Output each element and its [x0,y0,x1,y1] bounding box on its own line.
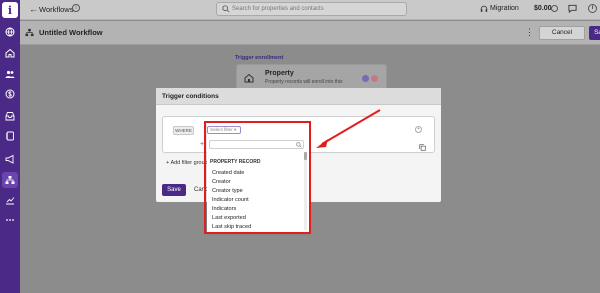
more-options-icon[interactable]: ⋮ [525,27,534,38]
help-icon[interactable]: i [588,4,597,13]
trigger-enrollment-label: Trigger enrollment [235,55,284,61]
save-button[interactable]: Save [589,26,600,40]
chat-icon[interactable] [568,4,577,13]
trigger-title: Property [265,70,294,77]
add-condition-icon[interactable]: + [415,126,422,133]
workflow-icon[interactable] [2,172,18,188]
workflow-title[interactable]: Untitled Workflow [39,28,103,37]
account-balance[interactable]: $0.00 [534,5,552,12]
more-icon[interactable] [4,214,16,226]
home-icon[interactable] [4,47,16,59]
app-logo[interactable]: i [2,2,18,18]
headset-icon [480,5,488,12]
search-icon [222,5,230,13]
migration-link[interactable]: Migration [490,5,519,12]
modal-header: Trigger conditions [156,88,441,105]
workflow-header: Untitled Workflow ⋮ Cancel Save [20,21,600,45]
back-arrow-icon[interactable]: ← [29,4,38,14]
add-filter-group-button[interactable]: + Add filter group [166,160,208,166]
highlight-box [204,121,311,234]
megaphone-icon[interactable] [4,153,16,165]
top-bar: ← Workflows i Search for properties and … [20,0,600,20]
dollar-icon[interactable] [4,88,16,100]
trigger-subtitle: Property records will enroll into this [265,79,343,85]
globe-icon[interactable] [4,26,16,38]
home-icon [244,73,254,83]
copy-icon[interactable] [419,144,426,151]
sidebar: i [0,0,20,293]
modal-save-button[interactable]: Save [162,184,186,196]
balance-refresh-icon[interactable] [551,5,558,12]
global-search-input[interactable]: Search for properties and contacts [216,2,407,16]
contacts-icon[interactable] [4,130,16,142]
delete-dot-icon[interactable] [371,75,378,82]
search-placeholder: Search for properties and contacts [232,6,324,12]
chart-icon[interactable] [4,194,16,206]
people-icon[interactable] [4,68,16,80]
breadcrumb-workflows[interactable]: Workflows [39,5,73,14]
cancel-button[interactable]: Cancel [539,26,585,40]
inbox-icon[interactable] [4,110,16,122]
modal-title: Trigger conditions [162,93,219,100]
workflow-icon [25,28,34,37]
info-icon[interactable]: i [72,4,80,12]
edit-dot-icon[interactable] [362,75,369,82]
annotation-arrow-icon [316,109,381,148]
where-badge: WHERE [173,126,194,135]
